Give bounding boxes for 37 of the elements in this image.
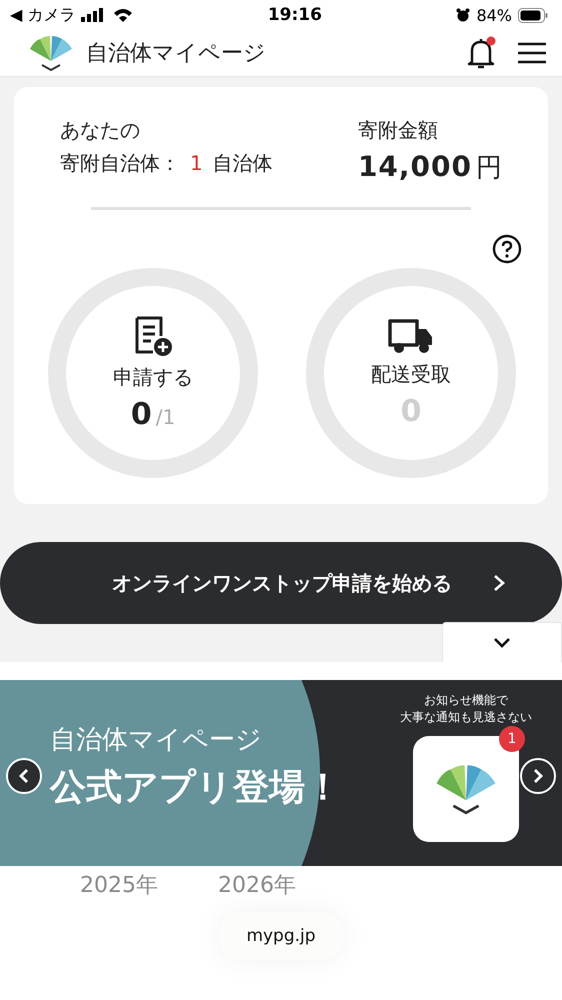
chevron-right-icon — [492, 574, 506, 592]
counter-label: 配送受取 — [371, 361, 451, 388]
counter-label: 申請する — [113, 364, 193, 391]
municipalities-label: 寄附自治体： — [60, 150, 180, 177]
municipalities-unit: 自治体 — [212, 150, 273, 177]
url-pill: mypg.jp — [218, 912, 344, 960]
banner-note: 大事な通知も見逃さない — [400, 709, 532, 726]
wifi-icon — [113, 8, 134, 22]
collapse-toggle[interactable] — [442, 622, 562, 662]
notification-badge: 1 — [499, 726, 525, 752]
menu-icon[interactable] — [518, 42, 546, 64]
help-icon[interactable] — [492, 234, 522, 264]
banner-note: お知らせ機能で — [424, 692, 508, 709]
chevron-down-icon — [493, 636, 511, 648]
next-slide-button[interactable] — [520, 758, 556, 794]
donation-amount: 14,000 — [358, 150, 472, 183]
alarm-icon — [456, 8, 470, 22]
counter-total: /1 — [156, 405, 176, 429]
site-title: 自治体マイページ — [86, 40, 266, 68]
summary-heading: あなたの — [60, 117, 141, 144]
amount-unit: 円 — [476, 152, 502, 185]
municipalities-count: 1 — [190, 151, 203, 175]
counter-ring[interactable]: 申請する 0/1 — [48, 268, 258, 478]
status-time: 19:16 — [266, 5, 323, 25]
battery-percent: 84% — [476, 6, 512, 24]
battery-icon — [518, 8, 548, 22]
start-application-button[interactable]: オンラインワンストップ申請を始める — [0, 542, 562, 624]
back-to-camera-link[interactable]: ◀ カメラ — [10, 4, 76, 26]
counter-value: 0 — [130, 397, 152, 432]
amount-label: 寄附金額 — [358, 117, 439, 144]
chevron-left-icon — [18, 768, 30, 784]
truck-icon — [387, 317, 435, 355]
app-promo-banner[interactable]: 自治体マイページ 公式アプリ登場！ お知らせ機能で 大事な通知も見逃さない 1 — [0, 680, 562, 866]
notification-bell-icon[interactable] — [466, 36, 496, 70]
banner-title: 自治体マイページ — [50, 724, 263, 757]
banner-headline: 公式アプリ登場！ — [50, 766, 341, 810]
chevron-right-icon — [532, 768, 544, 784]
